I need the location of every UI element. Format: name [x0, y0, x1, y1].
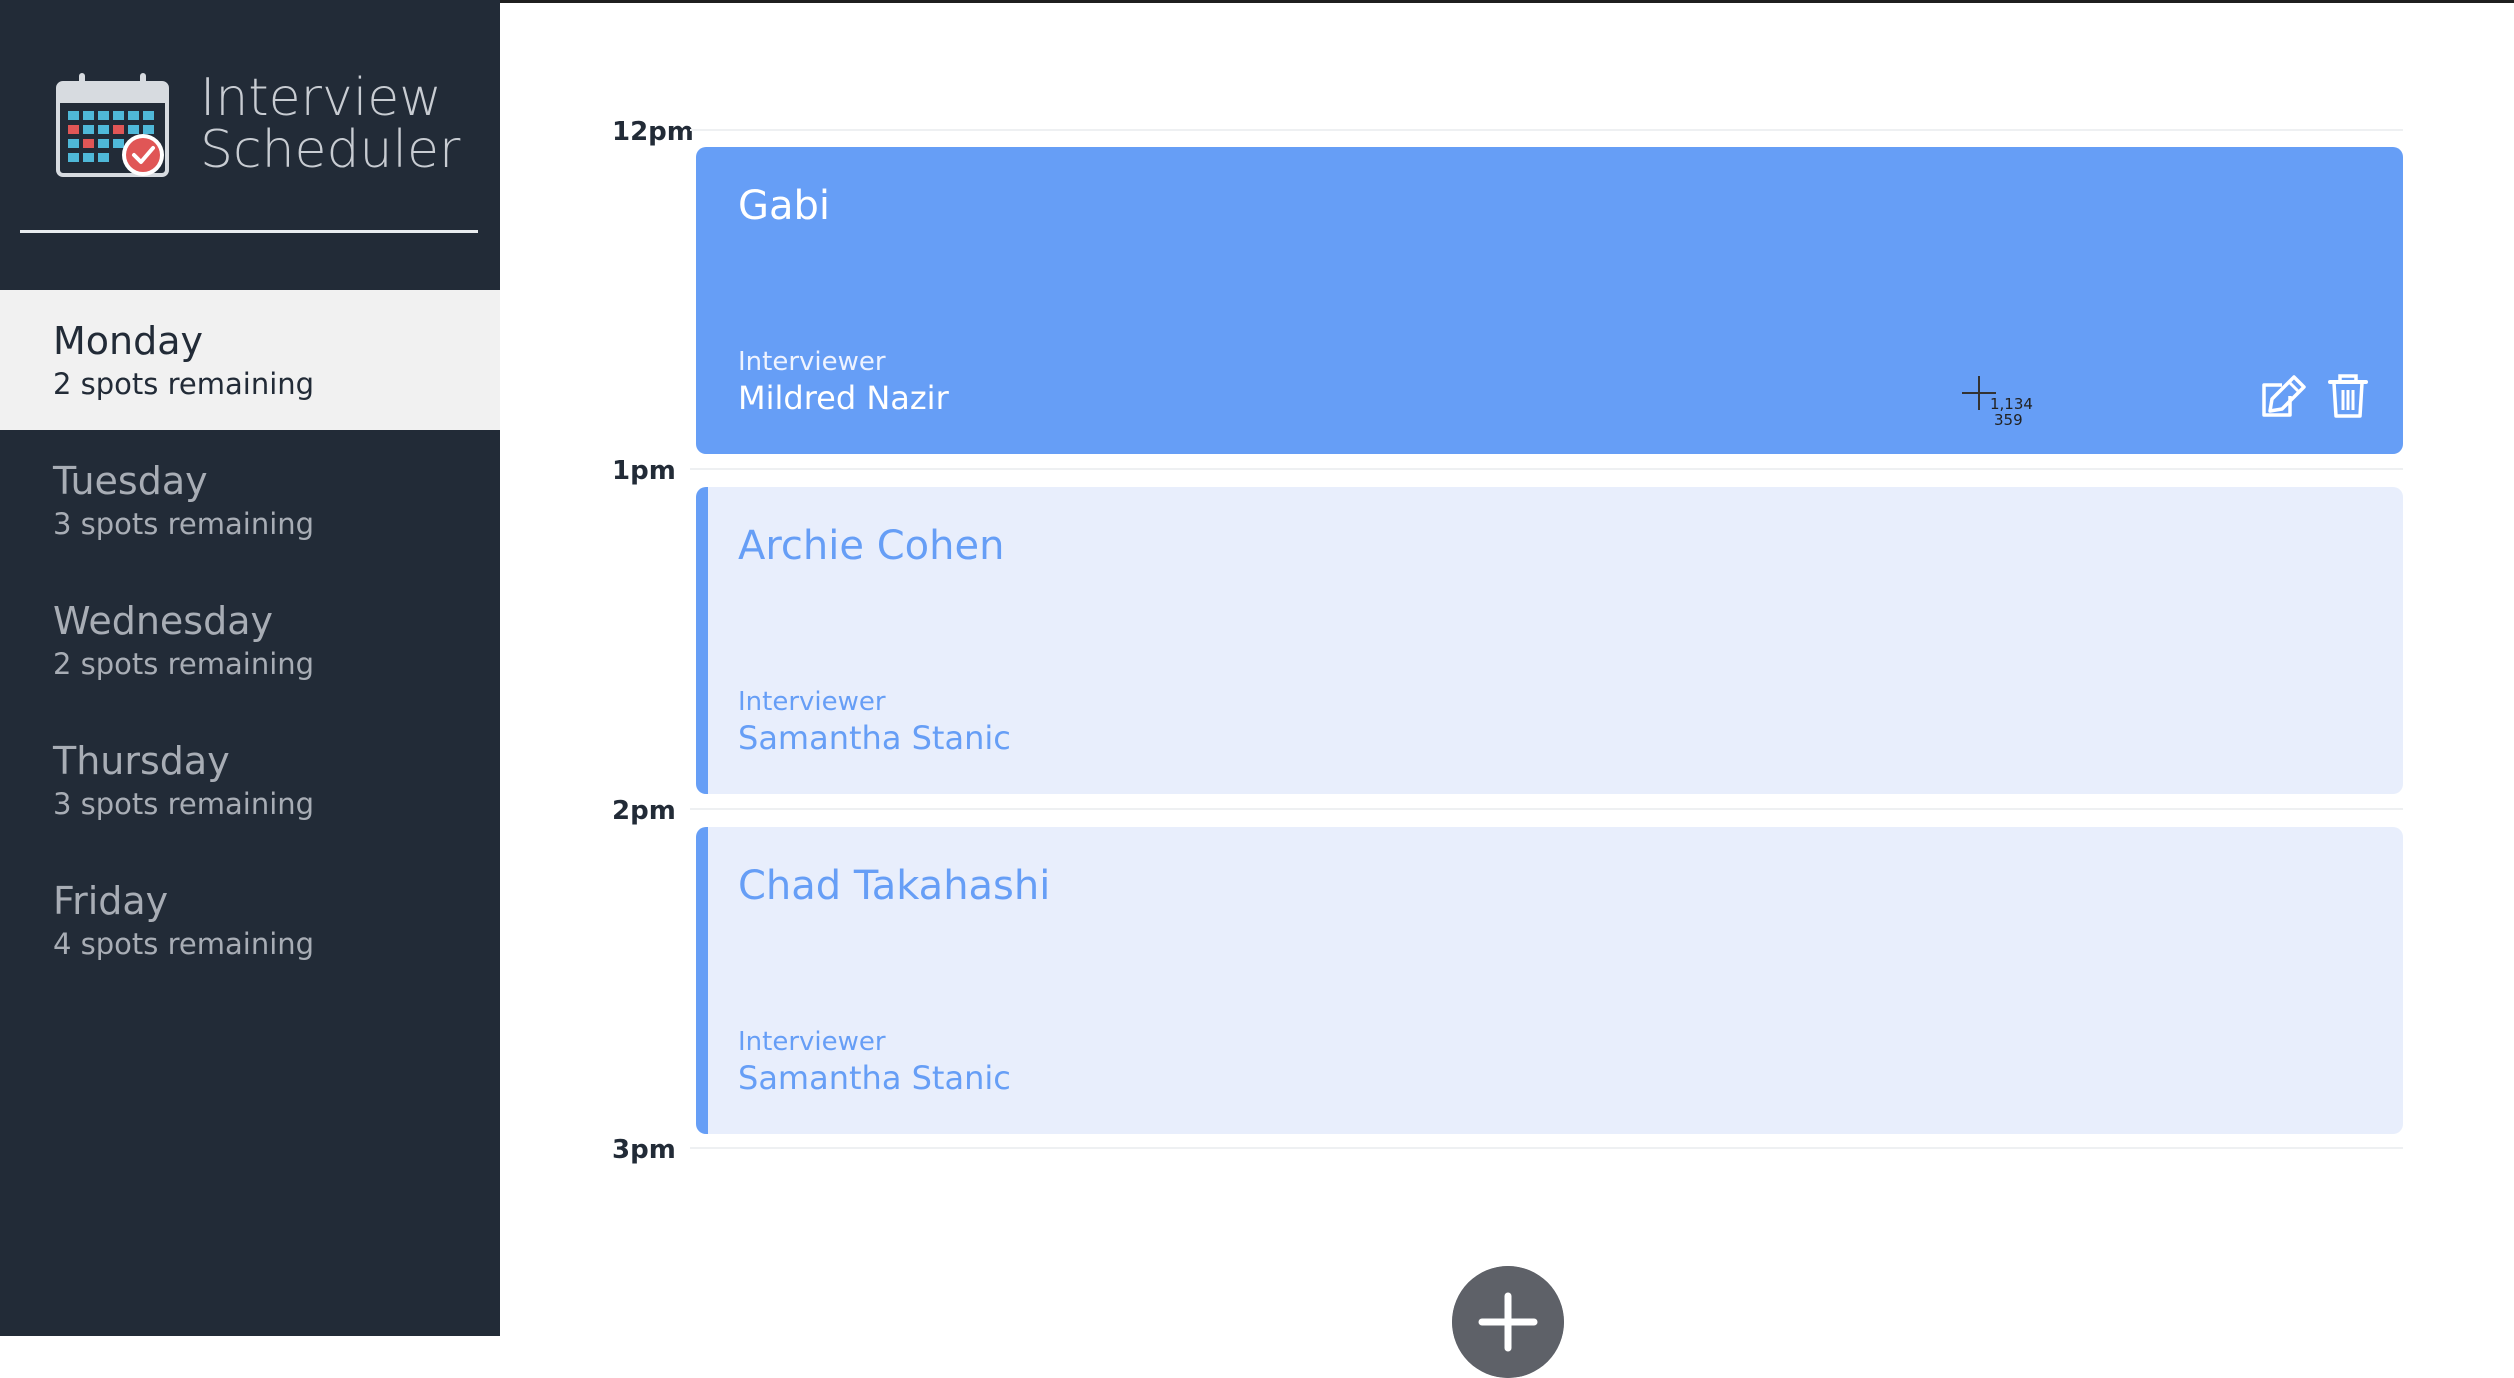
edit-icon[interactable] — [2260, 373, 2308, 419]
day-list: Monday 2 spots remaining Tuesday 3 spots… — [0, 290, 500, 990]
day-spots: 3 spots remaining — [53, 507, 315, 541]
time-label: 2pm — [612, 796, 676, 826]
student-name: Gabi — [738, 183, 831, 229]
brand: Interview Scheduler — [55, 64, 485, 184]
day-name: Friday — [53, 879, 169, 923]
time-label: 1pm — [612, 456, 676, 486]
add-appointment-button[interactable] — [1452, 1266, 1564, 1378]
app-title-line2: Scheduler — [200, 120, 461, 180]
day-spots: 3 spots remaining — [53, 787, 315, 821]
student-name: Archie Cohen — [738, 523, 1005, 569]
hour-line — [690, 129, 2403, 131]
crosshair-cursor-icon: 1,134 359 — [1962, 376, 2033, 429]
day-name: Tuesday — [53, 459, 208, 503]
day-name: Wednesday — [53, 599, 274, 643]
trash-icon[interactable] — [2324, 373, 2372, 419]
interviewer-label: Interviewer — [738, 1027, 886, 1057]
day-item-wednesday[interactable]: Wednesday 2 spots remaining — [0, 570, 500, 710]
appointment-card[interactable]: Chad Takahashi Interviewer Samantha Stan… — [696, 827, 2403, 1134]
interviewer-label: Interviewer — [738, 347, 886, 377]
interviewer-name: Samantha Stanic — [738, 719, 1011, 757]
hour-line — [690, 1147, 2403, 1149]
day-spots: 4 spots remaining — [53, 927, 315, 961]
hour-line — [690, 808, 2403, 810]
day-item-tuesday[interactable]: Tuesday 3 spots remaining — [0, 430, 500, 570]
student-name: Chad Takahashi — [738, 863, 1051, 909]
interviewer-label: Interviewer — [738, 687, 886, 717]
day-name: Thursday — [53, 739, 230, 783]
app-title-line1: Interview — [200, 68, 442, 128]
hour-line — [690, 468, 2403, 470]
time-label: 3pm — [612, 1135, 676, 1165]
schedule-panel: 12pm 1pm 2pm 3pm Gabi Interviewer Mildre… — [500, 0, 2514, 1378]
calendar-logo-icon — [56, 73, 169, 177]
appointment-card[interactable]: Gabi Interviewer Mildred Nazir — [696, 147, 2403, 454]
day-name: Monday — [53, 319, 204, 363]
interviewer-name: Samantha Stanic — [738, 1059, 1011, 1097]
sidebar-divider — [20, 230, 478, 233]
day-item-thursday[interactable]: Thursday 3 spots remaining — [0, 710, 500, 850]
app-title: Interview Scheduler — [200, 72, 460, 176]
day-spots: 2 spots remaining — [53, 647, 315, 681]
sidebar: Interview Scheduler Monday 2 spots remai… — [0, 0, 500, 1336]
appointment-card[interactable]: Archie Cohen Interviewer Samantha Stanic — [696, 487, 2403, 794]
day-spots: 2 spots remaining — [53, 367, 315, 401]
cursor-readout-y: 359 — [1994, 411, 2023, 429]
day-item-friday[interactable]: Friday 4 spots remaining — [0, 850, 500, 990]
day-item-monday[interactable]: Monday 2 spots remaining — [0, 290, 500, 430]
time-label: 12pm — [612, 117, 694, 147]
interviewer-name: Mildred Nazir — [738, 379, 949, 417]
